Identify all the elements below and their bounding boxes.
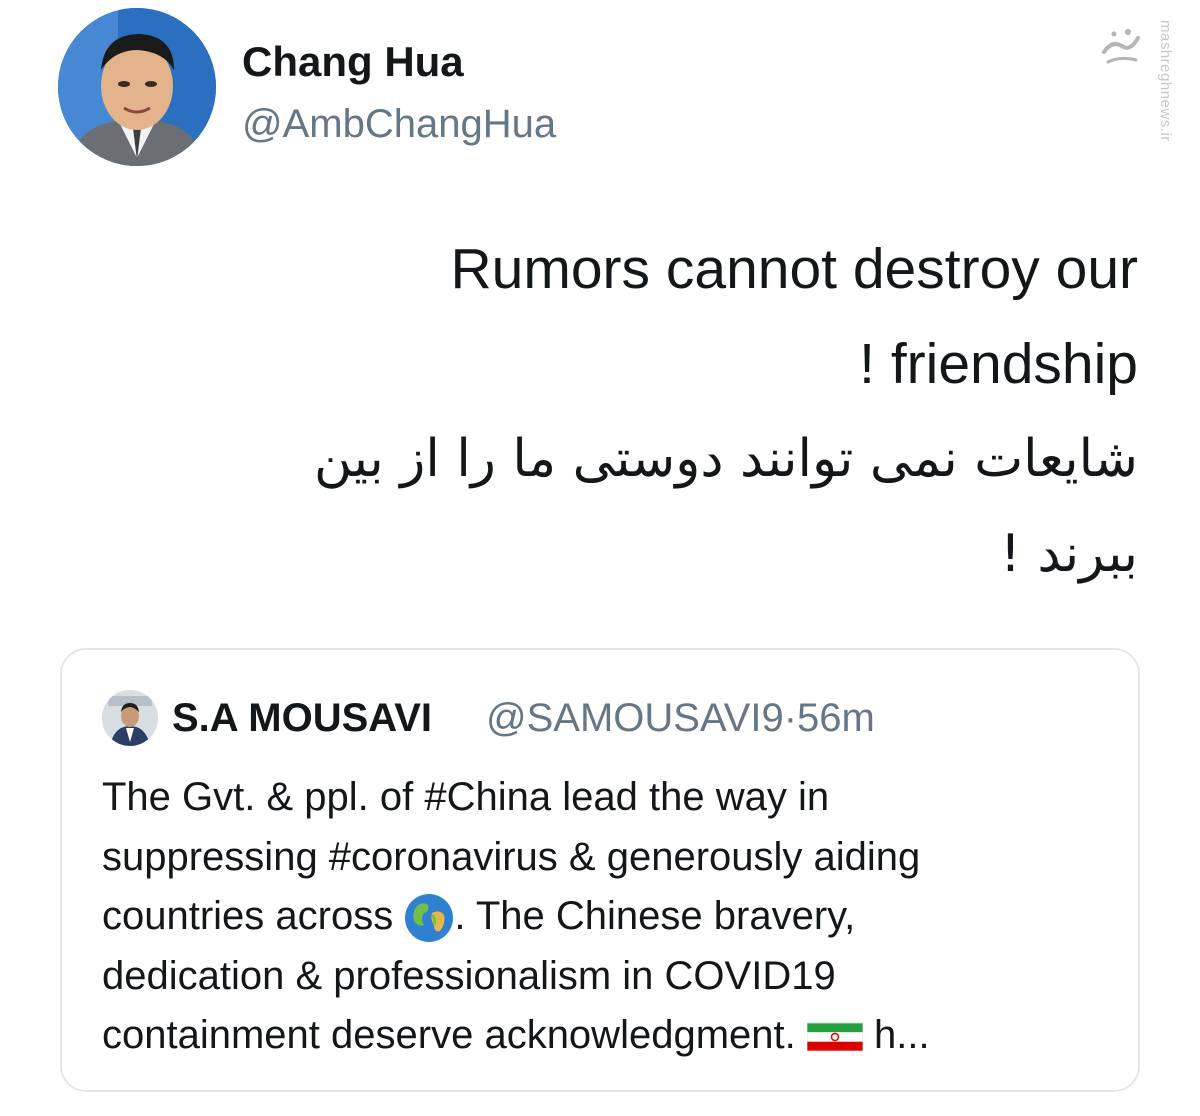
watermark-site: mashreghnews.ir <box>1157 20 1174 142</box>
quoted-tweet-header: S.A MOUSAVI @SAMOUSAVI9·56m <box>102 690 1102 750</box>
author-handle[interactable]: @AmbChangHua <box>242 102 556 147</box>
tweet-header: Chang Hua @AmbChangHua <box>58 8 758 168</box>
truncated-link-text[interactable]: h... <box>874 1013 930 1057</box>
quoted-tweet-text: containment deserve acknowledgment. <box>102 1013 796 1057</box>
quoted-tweet-text: . The Chinese bravery, <box>454 894 856 938</box>
quoted-author-handle[interactable]: @SAMOUSAVI9 <box>486 696 784 740</box>
quoted-tweet-body: The Gvt. & ppl. of #China lead the way i… <box>102 768 1102 1066</box>
meta-separator: · <box>783 696 798 740</box>
quoted-author-display-name[interactable]: S.A MOUSAVI <box>172 696 432 741</box>
quoted-tweet-line: countries across . The Chinese bravery, <box>102 887 1102 947</box>
quoted-author-avatar[interactable] <box>102 690 158 746</box>
tweet-text-line-persian: شایعات نمی توانند دوستی ما را از بین <box>313 429 1138 489</box>
quoted-tweet-line: dedication & professionalism in COVID19 <box>102 953 836 998</box>
quoted-tweet-timestamp[interactable]: 56m <box>797 696 875 740</box>
quoted-tweet-line: The Gvt. & ppl. of #China lead the way i… <box>102 775 830 819</box>
quoted-tweet-text: countries across <box>102 894 394 938</box>
quoted-tweet-card[interactable]: S.A MOUSAVI @SAMOUSAVI9·56m The Gvt. & p… <box>60 648 1140 1092</box>
profile-photo-icon <box>102 690 158 746</box>
author-avatar[interactable] <box>58 8 216 166</box>
tweet-text-line: ! friendship <box>859 332 1138 396</box>
tweet-text-line: Rumors cannot destroy our <box>450 237 1138 301</box>
quoted-author-meta: @SAMOUSAVI9·56m <box>486 696 875 741</box>
mashregh-logo-icon <box>1102 29 1140 64</box>
author-display-name[interactable]: Chang Hua <box>242 38 464 86</box>
tweet-text-line-persian: ببرند ! <box>1000 524 1138 584</box>
globe-emoji-icon <box>405 894 454 943</box>
profile-photo-icon <box>58 8 216 166</box>
tweet-text: Rumors cannot destroy our ! friendship ش… <box>218 222 1138 602</box>
quoted-tweet-line: suppressing #coronavirus & generously ai… <box>102 834 921 879</box>
iran-flag-icon <box>806 1023 863 1052</box>
quoted-tweet-line: containment deserve acknowledgment. h... <box>102 1006 1102 1066</box>
